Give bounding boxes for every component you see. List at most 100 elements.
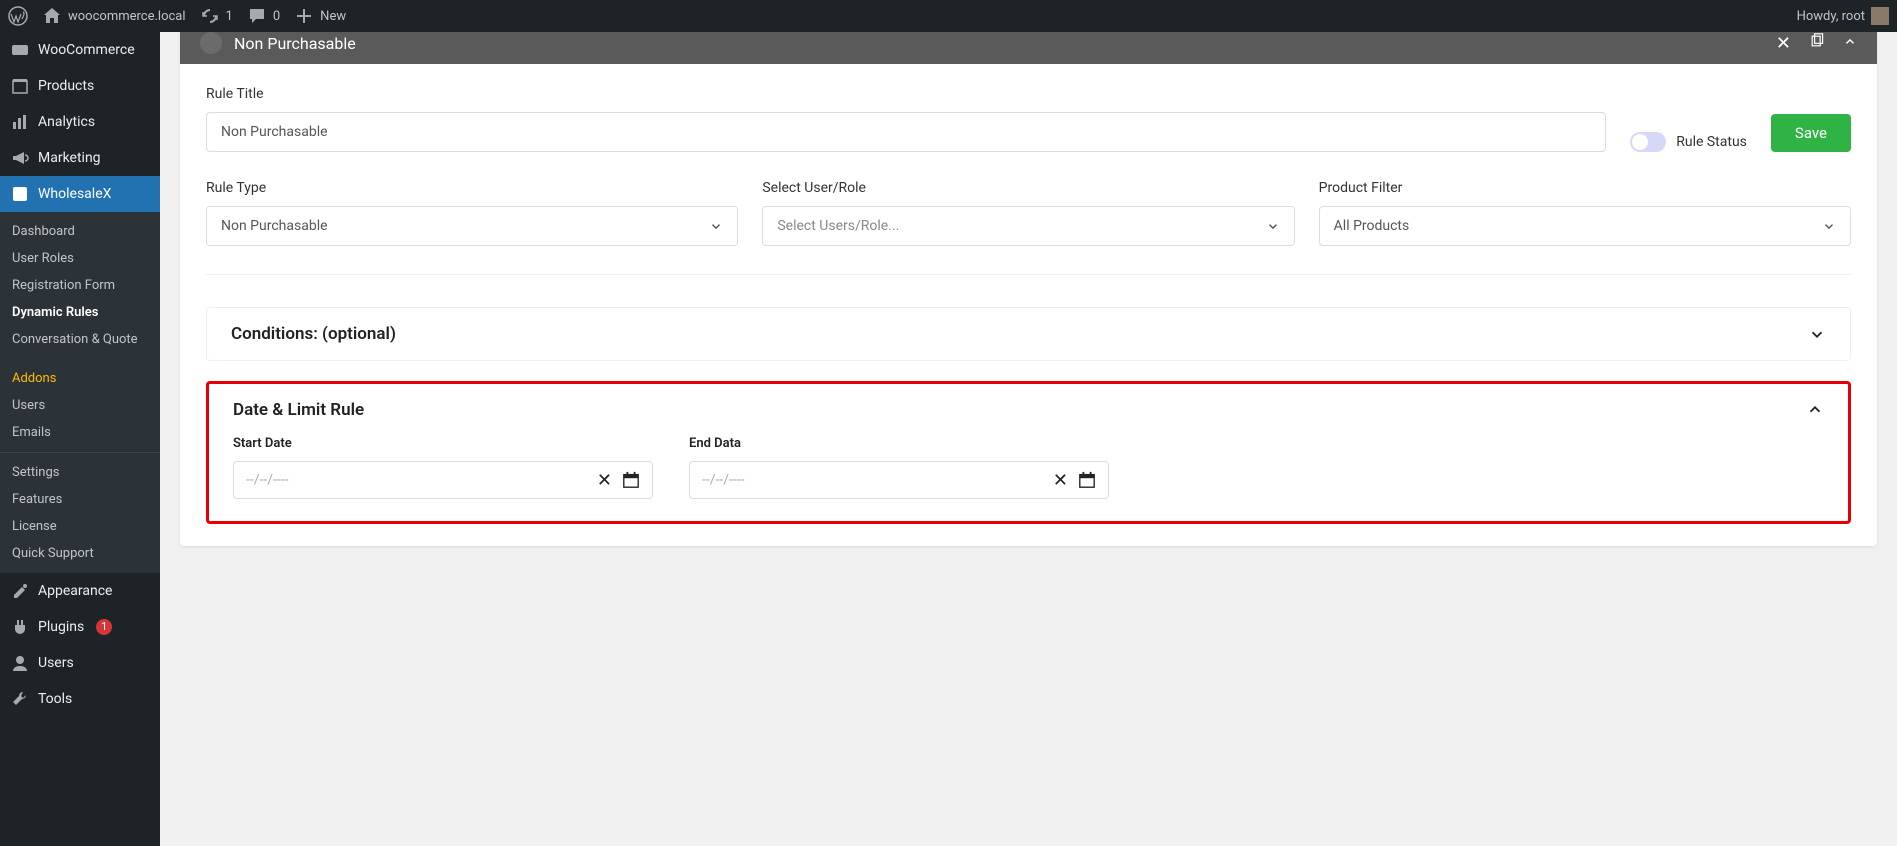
duplicate-icon[interactable] — [1809, 33, 1825, 54]
sidebar-sub-dynamic-rules[interactable]: Dynamic Rules — [0, 299, 160, 326]
sidebar-label-tools: Tools — [38, 691, 72, 707]
select-user-placeholder: Select Users/Role... — [777, 218, 899, 234]
conditions-accordion-header[interactable]: Conditions: (optional) — [207, 308, 1850, 360]
product-filter-select[interactable]: All Products — [1319, 206, 1851, 246]
marketing-icon — [10, 148, 30, 168]
tools-icon — [10, 689, 30, 709]
updates-link[interactable]: 1 — [200, 6, 233, 26]
avatar — [1871, 7, 1889, 25]
plugins-badge: 1 — [96, 619, 112, 635]
topbar-right[interactable]: Howdy, root — [1797, 7, 1889, 25]
sidebar-item-users[interactable]: Users — [0, 645, 160, 681]
date-limit-accordion-header[interactable]: Date & Limit Rule — [209, 384, 1848, 436]
sidebar-item-woocommerce[interactable]: WooCommerce — [0, 32, 160, 68]
sidebar-sub-registration-form[interactable]: Registration Form — [0, 272, 160, 299]
sidebar-sub-settings[interactable]: Settings — [0, 459, 160, 486]
rule-panel-body: Rule Title Rule Status Save Rule Type No… — [180, 64, 1877, 546]
end-date-placeholder: --/--/---- — [702, 472, 745, 488]
date-limit-body: Start Date --/--/---- ✕ — [209, 436, 1848, 521]
howdy-text: Howdy, root — [1797, 9, 1865, 24]
save-button[interactable]: Save — [1771, 114, 1851, 152]
plugins-icon — [10, 617, 30, 637]
sidebar-sub-dashboard[interactable]: Dashboard — [0, 218, 160, 245]
site-name: woocommerce.local — [68, 9, 186, 24]
rule-panel: Non Purchasable ✕ Rule Title — [180, 32, 1877, 546]
home-icon — [42, 6, 62, 26]
comments-count: 0 — [273, 9, 280, 24]
sidebar-item-marketing[interactable]: Marketing — [0, 140, 160, 176]
date-limit-title: Date & Limit Rule — [233, 400, 364, 420]
sidebar-submenu-wholesalex: Dashboard User Roles Registration Form D… — [0, 212, 160, 573]
end-date-calendar-icon[interactable] — [1078, 471, 1096, 489]
new-label: New — [320, 9, 346, 24]
date-limit-accordion: Date & Limit Rule Start Date --/--/---- — [206, 381, 1851, 524]
start-date-label: Start Date — [233, 436, 653, 451]
wholesalex-icon — [10, 184, 30, 204]
end-date-clear-icon[interactable]: ✕ — [1053, 470, 1068, 491]
chevron-down-icon — [709, 219, 723, 233]
product-filter-value: All Products — [1334, 218, 1410, 234]
product-filter-label: Product Filter — [1319, 180, 1851, 196]
comments-link[interactable]: 0 — [247, 6, 280, 26]
select-user-label: Select User/Role — [762, 180, 1294, 196]
sidebar-item-wholesalex[interactable]: WholesaleX — [0, 176, 160, 212]
rule-type-label: Rule Type — [206, 180, 738, 196]
sidebar-label-marketing: Marketing — [38, 150, 101, 166]
rule-status-toggle[interactable] — [1630, 132, 1666, 152]
rule-status-label: Rule Status — [1676, 134, 1747, 150]
sidebar-sub-quick-support[interactable]: Quick Support — [0, 540, 160, 567]
sidebar-item-products[interactable]: Products — [0, 68, 160, 104]
rule-toggle-indicator[interactable] — [200, 32, 222, 54]
start-date-input[interactable]: --/--/---- ✕ — [233, 461, 653, 499]
end-date-input[interactable]: --/--/---- ✕ — [689, 461, 1109, 499]
sidebar-sub-features[interactable]: Features — [0, 486, 160, 513]
sidebar-label-plugins: Plugins — [38, 619, 84, 635]
select-user-select[interactable]: Select Users/Role... — [762, 206, 1294, 246]
comment-icon — [247, 6, 267, 26]
conditions-title: Conditions: (optional) — [231, 324, 396, 344]
sidebar-item-appearance[interactable]: Appearance — [0, 573, 160, 609]
main-content: Non Purchasable ✕ Rule Title — [160, 32, 1897, 846]
sidebar-label-users: Users — [38, 655, 74, 671]
conditions-accordion: Conditions: (optional) — [206, 307, 1851, 361]
sidebar-item-tools[interactable]: Tools — [0, 681, 160, 717]
updates-count: 1 — [226, 9, 233, 24]
woocommerce-icon — [10, 40, 30, 60]
admin-sidebar: WooCommerce Products Analytics Marketing… — [0, 32, 160, 846]
delete-icon[interactable]: ✕ — [1776, 33, 1791, 54]
sidebar-label-wholesalex: WholesaleX — [38, 186, 111, 202]
collapse-icon[interactable] — [1843, 33, 1857, 54]
sidebar-label-products: Products — [38, 78, 94, 94]
chevron-down-icon — [1808, 325, 1826, 343]
admin-topbar: woocommerce.local 1 0 New Howdy, root — [0, 0, 1897, 32]
analytics-icon — [10, 112, 30, 132]
sidebar-label-analytics: Analytics — [38, 114, 95, 130]
rule-title-label: Rule Title — [206, 86, 1606, 102]
rule-header-title: Non Purchasable — [234, 34, 356, 53]
sidebar-sub-user-roles[interactable]: User Roles — [0, 245, 160, 272]
sidebar-divider — [0, 452, 160, 453]
sidebar-item-plugins[interactable]: Plugins 1 — [0, 609, 160, 645]
start-date-clear-icon[interactable]: ✕ — [597, 470, 612, 491]
rule-type-select[interactable]: Non Purchasable — [206, 206, 738, 246]
products-icon — [10, 76, 30, 96]
chevron-up-icon — [1806, 401, 1824, 419]
users-icon — [10, 653, 30, 673]
refresh-icon — [200, 6, 220, 26]
start-date-calendar-icon[interactable] — [622, 471, 640, 489]
sidebar-sub-users[interactable]: Users — [0, 392, 160, 419]
site-home-link[interactable]: woocommerce.local — [42, 6, 186, 26]
wp-logo[interactable] — [8, 6, 28, 26]
sidebar-sub-license[interactable]: License — [0, 513, 160, 540]
chevron-down-icon — [1822, 219, 1836, 233]
sidebar-item-analytics[interactable]: Analytics — [0, 104, 160, 140]
rule-title-input[interactable] — [206, 112, 1606, 152]
sidebar-sub-conversation-quote[interactable]: Conversation & Quote — [0, 326, 160, 353]
start-date-placeholder: --/--/---- — [246, 472, 289, 488]
sidebar-sub-emails[interactable]: Emails — [0, 419, 160, 446]
appearance-icon — [10, 581, 30, 601]
new-link[interactable]: New — [294, 6, 346, 26]
sidebar-label-appearance: Appearance — [38, 583, 112, 599]
sidebar-label-woocommerce: WooCommerce — [38, 42, 135, 58]
sidebar-sub-addons[interactable]: Addons — [0, 365, 160, 392]
